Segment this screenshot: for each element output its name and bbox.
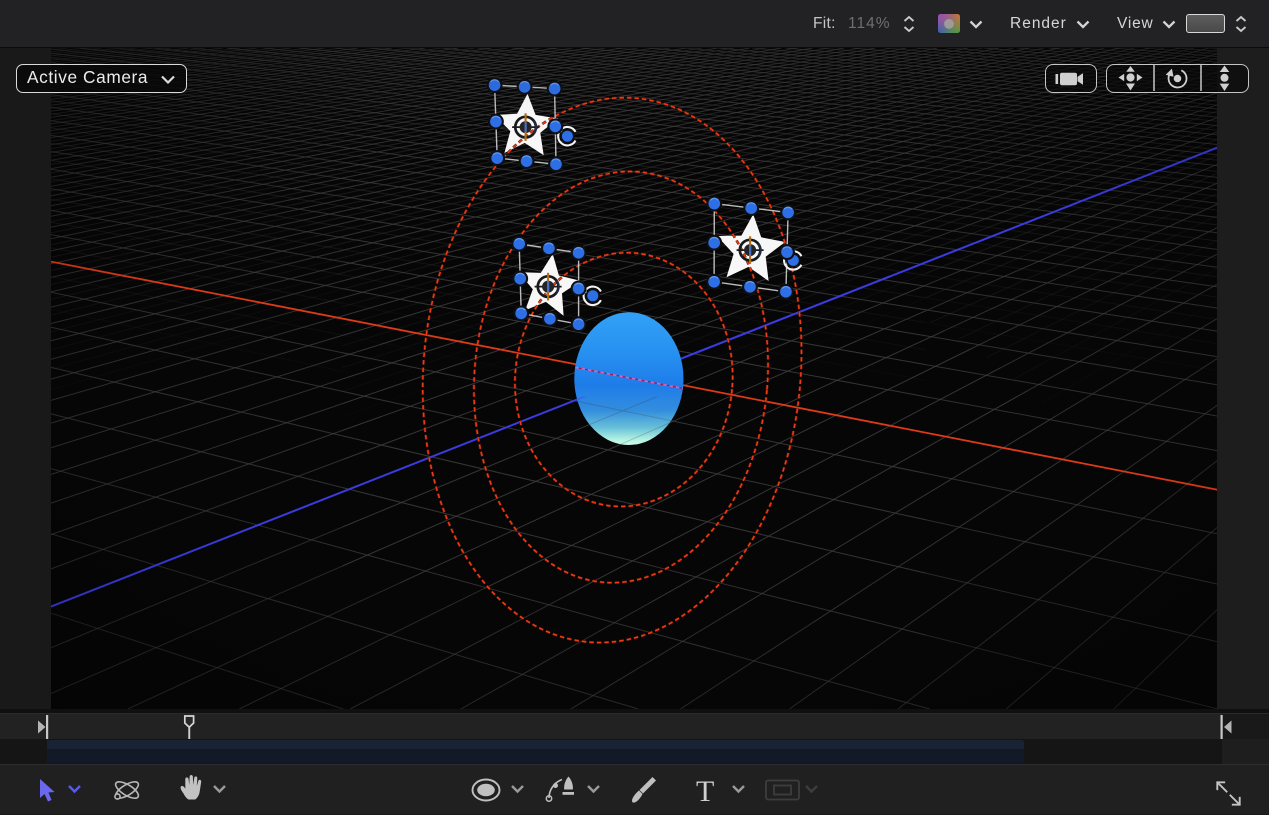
svg-text:T: T <box>696 775 714 808</box>
